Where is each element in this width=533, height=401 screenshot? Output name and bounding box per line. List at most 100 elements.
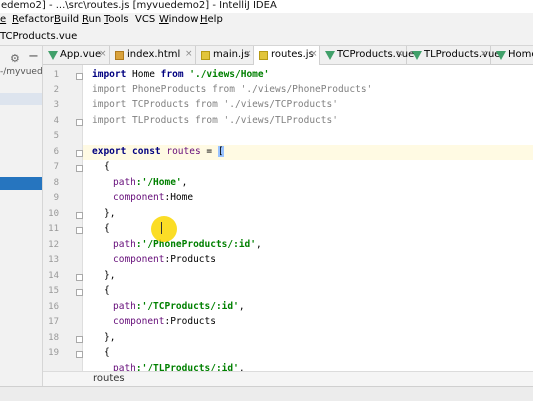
menu-refactor[interactable]: Refactor	[12, 14, 54, 25]
close-icon[interactable]: ×	[310, 49, 318, 59]
vue-file-icon	[48, 51, 58, 60]
vue-file-icon	[325, 51, 335, 60]
punctuation: ,	[256, 239, 262, 250]
fold-marker-icon[interactable]	[76, 150, 83, 157]
close-icon[interactable]: ×	[480, 49, 488, 59]
code-line-3: import TCProducts from './views/TCProduc…	[92, 99, 338, 110]
menu-window[interactable]: Window	[159, 14, 198, 25]
editor-tab-bar: App.vue × index.html × main.js × routes.…	[43, 46, 533, 65]
menu-vcs[interactable]: VCS	[135, 14, 155, 25]
breadcrumb-routes[interactable]: routes	[93, 373, 125, 384]
menu-help-label: elp	[207, 14, 223, 25]
gear-icon[interactable]: ⚙	[10, 52, 20, 65]
tab-label: TLProducts.vue	[424, 49, 501, 60]
fold-marker-icon[interactable]	[76, 351, 83, 358]
tab-main-js[interactable]: main.js ×	[196, 46, 254, 65]
line-number: 7	[53, 162, 59, 172]
menu-run[interactable]: Run	[82, 14, 101, 25]
editor-gutter[interactable]: 1 2 3 4 5 6 7 8 9 10 11 12 13 14 15 16 1…	[43, 65, 83, 371]
string-literal: :'/TCProducts/:id'	[135, 301, 239, 312]
breadcrumb-file[interactable]: TCProducts.vue	[0, 31, 77, 42]
line-number: 19	[48, 348, 59, 358]
tool-window-strip	[0, 386, 533, 401]
collapse-icon[interactable]: −	[28, 49, 39, 64]
menu-help[interactable]: Help	[200, 14, 223, 25]
menu-help-mnemonic: H	[200, 14, 208, 25]
code-editor[interactable]: import Home from './views/Home' import P…	[83, 65, 533, 371]
html-file-icon	[115, 51, 124, 60]
tree-item-highlight[interactable]	[0, 93, 42, 105]
tab-index-html[interactable]: index.html ×	[110, 46, 196, 65]
tab-app-vue[interactable]: App.vue ×	[43, 46, 110, 65]
menu-bar: e Refactor Build Run Tools VCS Window He…	[0, 13, 533, 29]
property: path	[113, 301, 136, 312]
fold-marker-icon[interactable]	[76, 73, 83, 80]
line-number: 6	[53, 147, 59, 157]
code-line-15: {	[104, 285, 110, 296]
line-number: 1	[53, 70, 59, 80]
vue-file-icon	[496, 51, 506, 60]
close-icon[interactable]: ×	[99, 49, 107, 59]
property: path	[113, 239, 136, 250]
menu-build-mnemonic: B	[54, 14, 61, 25]
menu-window-label: indow	[168, 14, 199, 25]
tree-item-selected[interactable]	[0, 177, 42, 190]
line-number: 11	[48, 224, 59, 234]
mouse-cursor-highlight	[151, 216, 177, 242]
menu-run-label: un	[88, 14, 102, 25]
menu-edit-mnemonic: e	[0, 14, 7, 25]
close-icon[interactable]: ×	[396, 49, 404, 59]
tab-label: App.vue	[60, 49, 102, 60]
js-file-icon	[201, 51, 210, 60]
line-number: 3	[53, 100, 59, 110]
close-icon[interactable]: ×	[244, 49, 252, 59]
tab-tcproducts-vue[interactable]: TCProducts.vue ×	[320, 46, 414, 65]
fold-marker-icon[interactable]	[76, 227, 83, 234]
line-number: 10	[48, 209, 59, 219]
property: path	[113, 363, 136, 371]
line-number: 5	[53, 131, 59, 141]
tab-label: routes.js	[271, 49, 314, 60]
line-number: 14	[48, 271, 59, 281]
menu-window-mnemonic: W	[159, 14, 169, 25]
menu-vcs-label: VCS	[135, 14, 156, 25]
matched-bracket: [	[217, 146, 224, 157]
line-number: 16	[48, 302, 59, 312]
property: component	[113, 316, 165, 327]
code-line-14: },	[104, 270, 116, 281]
fold-marker-icon[interactable]	[76, 119, 83, 126]
keyword: from	[160, 69, 184, 80]
tab-home-vue[interactable]: Home.	[491, 46, 533, 65]
code-line-4: import TLProducts from './views/TLProduc…	[92, 115, 338, 126]
text-cursor-icon	[161, 222, 162, 234]
tab-routes-js[interactable]: routes.js ×	[254, 46, 320, 65]
fold-marker-icon[interactable]	[76, 165, 83, 172]
code-line-1: import Home from './views/Home'	[92, 69, 269, 80]
line-number: 8	[53, 178, 59, 188]
menu-tools-label: ools	[108, 14, 129, 25]
menu-edit[interactable]: e	[0, 14, 6, 25]
string-literal: './views/Home'	[183, 69, 270, 80]
menu-build-label: uild	[60, 14, 80, 25]
code-line-19: {	[104, 347, 110, 358]
code-line-18: },	[104, 332, 116, 343]
code-line-6: export const routes = [	[92, 146, 224, 157]
fold-marker-icon[interactable]	[76, 212, 83, 219]
code-line-17: component:Products	[113, 316, 216, 327]
close-icon[interactable]: ×	[185, 49, 193, 59]
line-number: 4	[53, 116, 59, 126]
property: component	[113, 254, 165, 265]
code-line-16: path:'/TCProducts/:id',	[113, 301, 245, 312]
code-line-7: {	[104, 161, 110, 172]
keyword: import	[92, 69, 127, 80]
tab-tlproducts-vue[interactable]: TLProducts.vue ×	[407, 46, 500, 65]
punctuation: ,	[238, 363, 245, 371]
fold-marker-icon[interactable]	[76, 274, 83, 281]
line-number: 9	[53, 193, 59, 203]
identifier: routes	[160, 146, 207, 157]
fold-marker-icon[interactable]	[76, 289, 83, 296]
fold-marker-icon[interactable]	[76, 336, 83, 343]
line-number: 17	[48, 317, 59, 327]
menu-build[interactable]: Build	[54, 14, 79, 25]
menu-tools[interactable]: Tools	[104, 14, 129, 25]
